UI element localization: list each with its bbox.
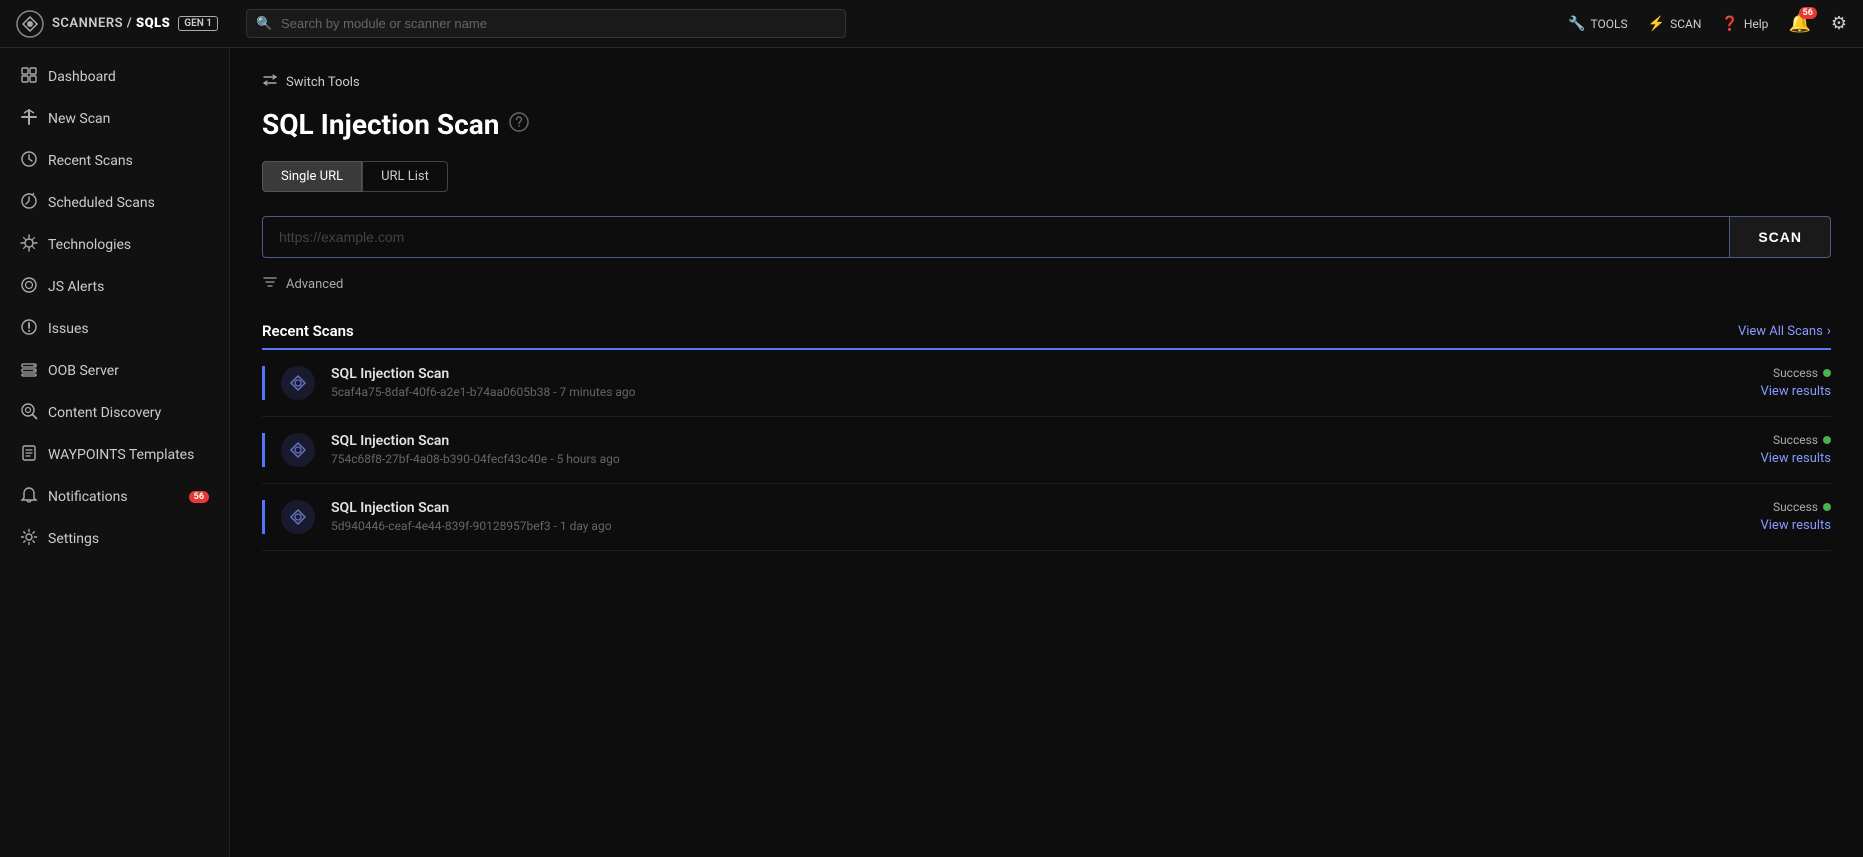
technologies-icon (20, 234, 38, 256)
recent-scans-title: Recent Scans (262, 322, 354, 340)
search-icon: 🔍 (256, 16, 272, 31)
status-badge: Success (1773, 433, 1831, 447)
scan-item-divider (262, 433, 265, 467)
layout: Dashboard New Scan Recent Scans Schedule… (0, 48, 1863, 857)
scan-item: SQL Injection Scan 5d940446-ceaf-4e44-83… (262, 484, 1831, 551)
scan-item-divider (262, 500, 265, 534)
sidebar: Dashboard New Scan Recent Scans Schedule… (0, 48, 230, 857)
sidebar-item-oob-server[interactable]: OOB Server (0, 350, 229, 392)
advanced-icon (262, 274, 278, 294)
notifications-badge: 56 (189, 491, 209, 503)
tab-single-url[interactable]: Single URL (262, 161, 362, 192)
scan-submit-button[interactable]: SCAN (1729, 216, 1831, 258)
brand-badge: GEN 1 (178, 16, 218, 31)
brand-title: SCANNERS / SCANNERS / SQLSSQLS (52, 16, 170, 31)
search-bar[interactable]: 🔍 (246, 9, 846, 38)
status-badge: Success (1773, 366, 1831, 380)
notification-bell[interactable]: 🔔 56 (1788, 13, 1810, 34)
waypoints-icon (20, 444, 38, 466)
scan-item: SQL Injection Scan 5caf4a75-8daf-40f6-a2… (262, 350, 1831, 417)
new-scan-icon (20, 108, 38, 130)
js-alerts-icon (20, 276, 38, 298)
content-discovery-icon (20, 402, 38, 424)
search-input[interactable] (246, 9, 846, 38)
scan-avatar (281, 500, 315, 534)
url-input-row: SCAN (262, 216, 1831, 258)
scan-id: 5caf4a75-8daf-40f6-a2e1-b74aa0605b38 - 7… (331, 385, 1744, 399)
scan-status-area: Success View results (1760, 366, 1831, 400)
switch-tools-button[interactable]: Switch Tools (262, 72, 1831, 92)
scheduled-scans-icon (20, 192, 38, 214)
sidebar-item-notifications[interactable]: Notifications 56 (0, 476, 229, 518)
settings-sidebar-icon (20, 528, 38, 550)
status-dot (1823, 503, 1831, 511)
sidebar-item-settings[interactable]: Settings (0, 518, 229, 560)
scan-id: 5d940446-ceaf-4e44-839f-90128957bef3 - 1… (331, 519, 1744, 533)
status-dot (1823, 436, 1831, 444)
help-button[interactable]: ❓ Help (1721, 16, 1768, 32)
scan-avatar (281, 366, 315, 400)
advanced-toggle[interactable]: Advanced (262, 274, 1831, 294)
scan-name: SQL Injection Scan (331, 500, 1744, 516)
sidebar-item-recent-scans[interactable]: Recent Scans (0, 140, 229, 182)
navbar-right: 🔧 TOOLS ⚡ SCAN ❓ Help 🔔 56 ⚙ (1568, 13, 1847, 34)
tools-button[interactable]: 🔧 TOOLS (1568, 16, 1628, 32)
scan-button[interactable]: ⚡ SCAN (1648, 16, 1702, 32)
sidebar-item-scheduled-scans[interactable]: Scheduled Scans (0, 182, 229, 224)
switch-icon (262, 72, 278, 92)
view-results-link-0[interactable]: View results (1760, 384, 1831, 399)
scan-icon: ⚡ (1648, 16, 1665, 32)
sidebar-item-new-scan[interactable]: New Scan (0, 98, 229, 140)
sidebar-item-js-alerts[interactable]: JS Alerts (0, 266, 229, 308)
brand-logo-icon (16, 10, 44, 38)
chevron-right-icon: › (1827, 323, 1831, 339)
tab-group: Single URL URL List (262, 161, 1831, 192)
dashboard-icon (20, 66, 38, 88)
sidebar-item-issues[interactable]: Issues (0, 308, 229, 350)
url-input[interactable] (262, 216, 1729, 258)
recent-scans-header: Recent Scans View All Scans › (262, 322, 1831, 350)
scan-name: SQL Injection Scan (331, 366, 1744, 382)
scan-item: SQL Injection Scan 754c68f8-27bf-4a08-b3… (262, 417, 1831, 484)
settings-icon: ⚙ (1831, 13, 1847, 34)
scan-name: SQL Injection Scan (331, 433, 1744, 449)
scan-status-area: Success View results (1760, 433, 1831, 467)
scan-id: 754c68f8-27bf-4a08-b390-04fecf43c40e - 5… (331, 452, 1744, 466)
scan-info: SQL Injection Scan 754c68f8-27bf-4a08-b3… (331, 433, 1744, 467)
issues-icon (20, 318, 38, 340)
scan-info: SQL Injection Scan 5d940446-ceaf-4e44-83… (331, 500, 1744, 534)
scan-info: SQL Injection Scan 5caf4a75-8daf-40f6-a2… (331, 366, 1744, 400)
tools-icon: 🔧 (1568, 16, 1585, 32)
sidebar-item-technologies[interactable]: Technologies (0, 224, 229, 266)
view-all-scans-link[interactable]: View All Scans › (1738, 323, 1831, 339)
main-content: Switch Tools SQL Injection Scan Single U… (230, 48, 1863, 857)
scan-list: SQL Injection Scan 5caf4a75-8daf-40f6-a2… (262, 350, 1831, 551)
notifications-icon (20, 486, 38, 508)
sidebar-item-dashboard[interactable]: Dashboard (0, 56, 229, 98)
settings-nav-button[interactable]: ⚙ (1831, 13, 1847, 34)
scan-status-area: Success View results (1760, 500, 1831, 534)
navbar: SCANNERS / SCANNERS / SQLSSQLS GEN 1 🔍 🔧… (0, 0, 1863, 48)
sidebar-item-content-discovery[interactable]: Content Discovery (0, 392, 229, 434)
page-title: SQL Injection Scan (262, 108, 1831, 141)
page-help-icon[interactable] (509, 112, 529, 137)
brand: SCANNERS / SCANNERS / SQLSSQLS GEN 1 (16, 10, 218, 38)
notification-count: 56 (1799, 7, 1817, 19)
view-results-link-1[interactable]: View results (1760, 451, 1831, 466)
view-results-link-2[interactable]: View results (1760, 518, 1831, 533)
oob-server-icon (20, 360, 38, 382)
scan-avatar (281, 433, 315, 467)
sidebar-item-waypoints-templates[interactable]: WAYPOINTS Templates (0, 434, 229, 476)
status-dot (1823, 369, 1831, 377)
status-badge: Success (1773, 500, 1831, 514)
recent-scans-icon (20, 150, 38, 172)
help-icon: ❓ (1721, 16, 1738, 32)
tab-url-list[interactable]: URL List (362, 161, 448, 192)
scan-item-divider (262, 366, 265, 400)
